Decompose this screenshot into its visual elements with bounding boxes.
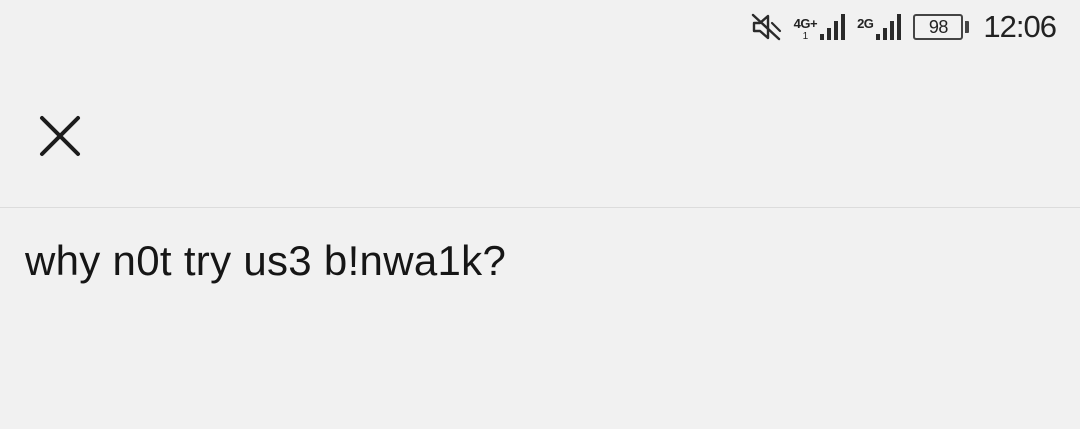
clock: 12:06 xyxy=(983,9,1057,44)
sim1-network-type: 4G+ xyxy=(793,16,818,31)
header-divider xyxy=(0,207,1080,208)
status-bar: 4G+ 1 2G 98 12:06 xyxy=(0,0,1080,56)
signal-sim2-icon: 2G xyxy=(857,12,903,42)
status-icons: 4G+ 1 2G 98 12:06 xyxy=(750,7,1057,47)
battery-body: 98 xyxy=(913,14,964,40)
battery-cap xyxy=(965,21,970,33)
close-button[interactable] xyxy=(30,106,90,166)
sim1-network-label: 4G+ 1 xyxy=(793,16,818,42)
sim1-signal-bars xyxy=(820,14,846,40)
sim2-signal-bars xyxy=(876,14,902,40)
sim2-network-label: 2G xyxy=(857,16,874,42)
battery-icon: 98 xyxy=(913,14,970,40)
muted-icon xyxy=(750,12,784,42)
close-icon xyxy=(40,116,80,156)
signal-sim1-icon: 4G+ 1 xyxy=(794,12,847,42)
battery-level: 98 xyxy=(928,16,949,37)
message-text: why n0t try us3 b!nwa1k? xyxy=(25,237,507,284)
sim1-sub-label: 1 xyxy=(802,31,809,42)
sim2-network-type: 2G xyxy=(857,16,874,31)
